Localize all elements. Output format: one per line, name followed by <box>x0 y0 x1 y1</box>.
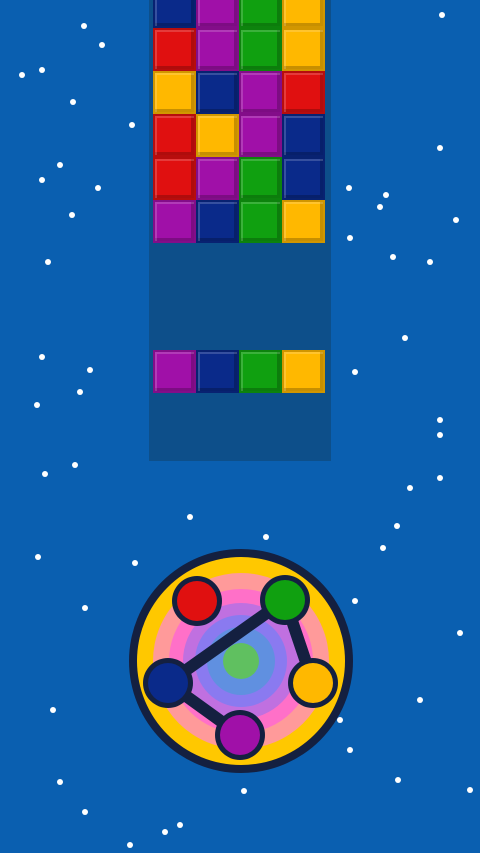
star <box>57 779 63 785</box>
green-block <box>239 200 282 243</box>
navy-block <box>282 157 325 200</box>
star <box>346 185 352 191</box>
star <box>45 259 51 265</box>
purple-falling-block <box>153 350 196 393</box>
star <box>69 212 75 218</box>
yellow-block <box>282 0 325 28</box>
star <box>77 389 83 395</box>
purple-block <box>153 200 196 243</box>
star <box>241 788 247 794</box>
star <box>39 177 45 183</box>
purple-node <box>220 715 260 755</box>
color-rotator-wheel[interactable] <box>125 545 357 777</box>
star <box>380 545 386 551</box>
star <box>417 697 423 703</box>
star <box>383 192 389 198</box>
star <box>437 475 443 481</box>
star <box>427 259 433 265</box>
red-node <box>177 581 217 621</box>
yellow-block <box>282 200 325 243</box>
star <box>72 462 78 468</box>
star <box>187 514 193 520</box>
purple-block <box>196 28 239 71</box>
star <box>453 217 459 223</box>
yellow-block <box>282 28 325 71</box>
purple-block <box>196 157 239 200</box>
star <box>263 534 269 540</box>
star <box>39 354 45 360</box>
star <box>395 777 401 783</box>
yellow-node <box>293 663 333 703</box>
star <box>402 335 408 341</box>
purple-block <box>196 0 239 28</box>
red-block <box>282 71 325 114</box>
yellow-block <box>153 71 196 114</box>
star <box>437 145 443 151</box>
star <box>352 369 358 375</box>
star <box>437 432 443 438</box>
star <box>467 787 473 793</box>
star <box>19 72 25 78</box>
green-falling-block <box>239 350 282 393</box>
star <box>82 605 88 611</box>
star <box>390 254 396 260</box>
navy-block <box>196 71 239 114</box>
star <box>177 822 183 828</box>
star <box>34 402 40 408</box>
game-board-column <box>149 0 331 461</box>
star <box>87 367 93 373</box>
star <box>39 67 45 73</box>
star <box>377 204 383 210</box>
yellow-block <box>196 114 239 157</box>
purple-block <box>239 114 282 157</box>
star <box>127 842 133 848</box>
star <box>437 417 443 423</box>
navy-node <box>148 663 188 703</box>
star <box>82 809 88 815</box>
star <box>70 99 76 105</box>
navy-block <box>282 114 325 157</box>
star <box>42 471 48 477</box>
star <box>50 707 56 713</box>
green-block <box>239 0 282 28</box>
purple-block <box>239 71 282 114</box>
green-block <box>239 157 282 200</box>
navy-block <box>196 200 239 243</box>
green-block <box>239 28 282 71</box>
navy-block <box>153 0 196 28</box>
star <box>99 42 105 48</box>
star <box>129 122 135 128</box>
navy-falling-block <box>196 350 239 393</box>
star <box>57 162 63 168</box>
red-block <box>153 114 196 157</box>
star <box>394 523 400 529</box>
red-block <box>153 157 196 200</box>
red-block <box>153 28 196 71</box>
yellow-falling-block <box>282 350 325 393</box>
star <box>162 829 168 835</box>
green-node <box>265 580 305 620</box>
star <box>457 630 463 636</box>
star <box>35 554 41 560</box>
star <box>347 235 353 241</box>
star <box>439 12 445 18</box>
star <box>81 23 87 29</box>
star <box>95 185 101 191</box>
star <box>407 485 413 491</box>
wheel-center <box>223 643 259 679</box>
